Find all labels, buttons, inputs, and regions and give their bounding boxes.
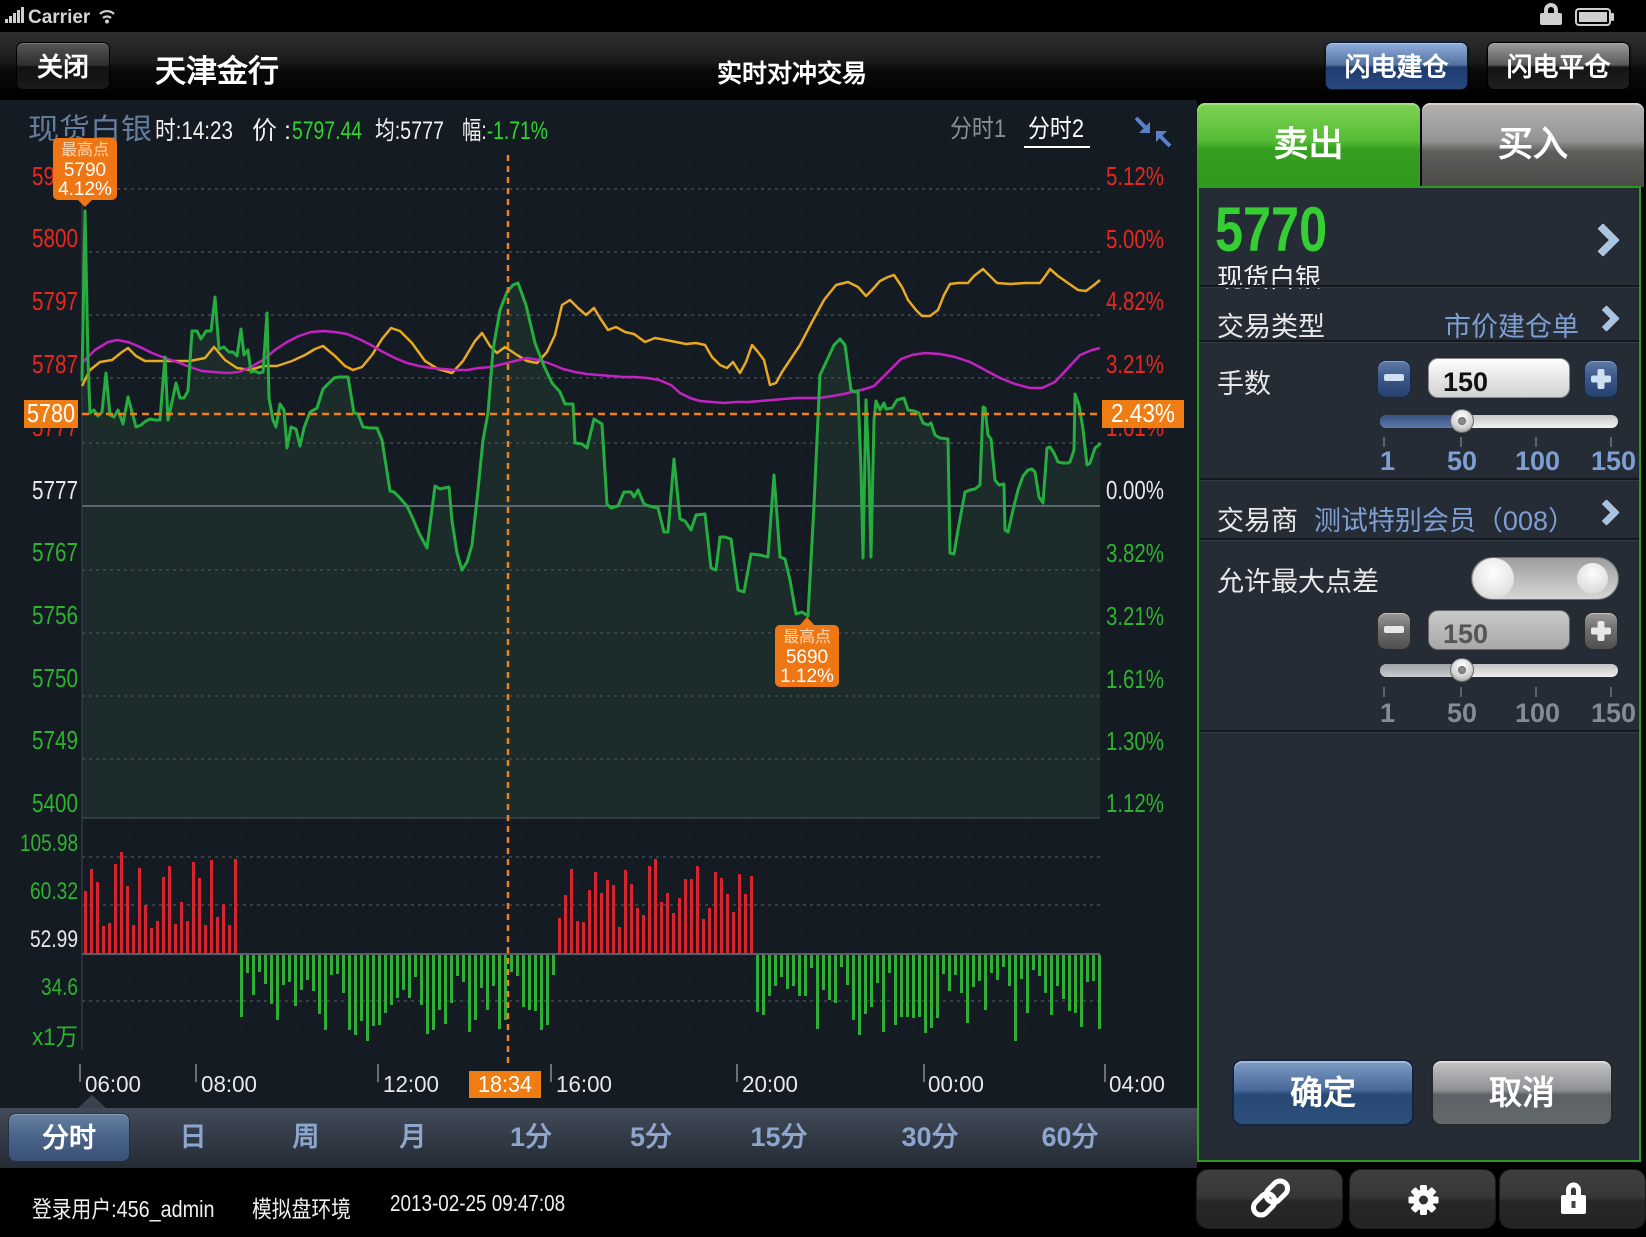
svg-text:60.32: 60.32 — [30, 878, 78, 905]
svg-text:1.30%: 1.30% — [1106, 726, 1164, 756]
svg-text:3.82%: 3.82% — [1106, 538, 1164, 568]
svg-text:最高点: 最高点 — [783, 628, 831, 646]
svg-text:00:00: 00:00 — [928, 1071, 984, 1097]
svg-text:5787: 5787 — [32, 349, 78, 379]
svg-text:5797: 5797 — [32, 286, 78, 316]
svg-text:5800: 5800 — [32, 223, 78, 253]
svg-text:18:34: 18:34 — [478, 1071, 532, 1097]
svg-text:5780: 5780 — [27, 398, 75, 428]
svg-text:5750: 5750 — [32, 663, 78, 693]
svg-text:分时1: 分时1 — [950, 115, 1006, 143]
svg-text:5.12%: 5.12% — [1106, 161, 1164, 191]
svg-text:1.12%: 1.12% — [780, 666, 834, 687]
svg-text:2.43%: 2.43% — [1111, 398, 1175, 428]
svg-text:时:14:23: 时:14:23 — [155, 117, 233, 145]
svg-text:5797.44: 5797.44 — [292, 117, 362, 145]
svg-text:价 :: 价 : — [252, 117, 291, 145]
svg-text:34.6: 34.6 — [41, 974, 78, 1001]
svg-text:5790: 5790 — [64, 160, 106, 181]
svg-text:最高点: 最高点 — [61, 141, 109, 159]
svg-text:Carrier: Carrier — [28, 7, 91, 28]
svg-text:105.98: 105.98 — [20, 830, 78, 857]
svg-text:4.12%: 4.12% — [58, 179, 112, 200]
svg-text:52.99: 52.99 — [30, 926, 78, 953]
svg-text:5.00%: 5.00% — [1106, 224, 1164, 254]
svg-text:3.21%: 3.21% — [1106, 349, 1164, 379]
svg-text:5756: 5756 — [32, 600, 78, 630]
svg-text:5690: 5690 — [786, 647, 828, 668]
svg-text:4.82%: 4.82% — [1106, 286, 1164, 316]
svg-text:x1万: x1万 — [32, 1024, 78, 1051]
svg-text:分时2: 分时2 — [1028, 115, 1084, 143]
svg-text:06:00: 06:00 — [85, 1071, 141, 1097]
svg-text:3.21%: 3.21% — [1106, 601, 1164, 631]
svg-text:08:00: 08:00 — [201, 1071, 257, 1097]
svg-text:5749: 5749 — [32, 725, 78, 755]
svg-text:5777: 5777 — [32, 475, 78, 505]
svg-text:5767: 5767 — [32, 537, 78, 567]
svg-text:1.12%: 1.12% — [1106, 788, 1164, 818]
svg-text:1.61%: 1.61% — [1106, 664, 1164, 694]
svg-text:均:5777: 均:5777 — [375, 117, 444, 145]
svg-text:20:00: 20:00 — [742, 1071, 798, 1097]
svg-text:12:00: 12:00 — [383, 1071, 439, 1097]
svg-text:0.00%: 0.00% — [1106, 475, 1164, 505]
svg-text:幅:-1.71%: 幅:-1.71% — [462, 117, 548, 145]
svg-text:16:00: 16:00 — [556, 1071, 612, 1097]
svg-text:5400: 5400 — [32, 788, 78, 818]
svg-text:04:00: 04:00 — [1109, 1071, 1165, 1097]
